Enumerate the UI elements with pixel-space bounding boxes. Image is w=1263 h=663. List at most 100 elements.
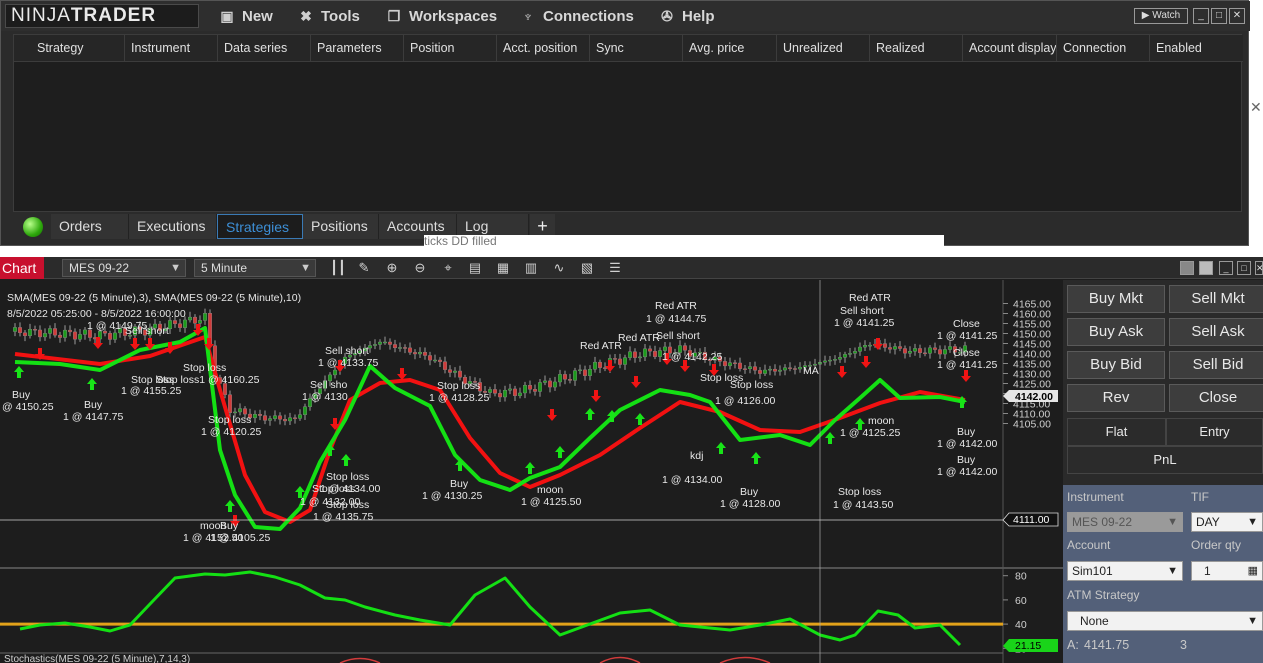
buy-bid-button[interactable]: Buy Bid	[1067, 351, 1165, 379]
menu-new[interactable]: ▣ New	[218, 5, 272, 27]
entry-button[interactable]: Entry	[1166, 418, 1263, 446]
candle-body	[43, 333, 48, 338]
crosshair-icon[interactable]: ⌖	[439, 260, 457, 276]
col-connection[interactable]: Connection	[1057, 35, 1150, 62]
atm-strategy-value: None	[1080, 614, 1109, 628]
candle-body	[833, 359, 838, 361]
candle-body	[518, 392, 523, 396]
candle-body	[623, 357, 628, 365]
minimize-button[interactable]: _	[1193, 8, 1209, 24]
trade-annotation: 1 @ 4142.00	[937, 438, 997, 450]
tab-strategies[interactable]: Strategies	[217, 214, 303, 239]
ninjatrader-logo[interactable]: NINJATRADER	[5, 4, 199, 28]
chart-maximize-button[interactable]: □	[1237, 261, 1251, 275]
close-position-button[interactable]: Close	[1169, 384, 1263, 412]
osc-tick-label: 60	[1015, 595, 1027, 607]
menu-connections[interactable]: ♆ Connections	[519, 5, 634, 27]
account-select[interactable]: Sim101 ▼	[1067, 561, 1183, 581]
col-acct-position[interactable]: Acct. position	[497, 35, 590, 62]
buy-market-button[interactable]: Buy Mkt	[1067, 285, 1165, 313]
candle-body	[303, 406, 308, 415]
col-data-series[interactable]: Data series	[218, 35, 311, 62]
instrument-selector[interactable]: MES 09-22 ▼	[62, 259, 186, 277]
trade-annotation: Sell short	[325, 345, 369, 357]
price-chart[interactable]: 4165.004160.004155.004150.004145.004140.…	[0, 280, 1063, 663]
tif-select[interactable]: DAY ▼	[1191, 512, 1263, 532]
window-mode-button[interactable]	[1180, 261, 1194, 275]
menu-tools-label: Tools	[321, 8, 360, 25]
menu-workspaces[interactable]: ❐ Workspaces	[385, 5, 497, 27]
watch-button[interactable]: ▶ Watch	[1134, 8, 1188, 24]
candle-body	[263, 415, 268, 421]
candle-body	[23, 332, 28, 336]
candle-body	[683, 345, 688, 351]
close-button[interactable]: ✕	[1229, 8, 1245, 24]
candle-body	[863, 345, 868, 348]
candle-body	[428, 355, 433, 361]
pencil-icon[interactable]: ✎	[355, 260, 373, 276]
chart-window: Chart MES 09-22 ▼ 5 Minute ▼ ┃┃ ✎ ⊕ ⊖ ⌖ ▤ …	[0, 257, 1263, 663]
oscillator-value: 21.15	[1015, 640, 1041, 652]
background-text: ticks DD filled	[424, 235, 944, 247]
trade-annotation: 1 @ 4143.50	[833, 499, 893, 511]
candle-body	[232, 411, 237, 414]
order-qty-stepper[interactable]: 1 ▦	[1191, 561, 1263, 581]
reverse-button[interactable]: Rev	[1067, 384, 1165, 412]
indicators-icon[interactable]: ▥	[522, 260, 540, 276]
sell-bid-button[interactable]: Sell Bid	[1169, 351, 1263, 379]
menu-tools[interactable]: ✖ Tools	[297, 5, 360, 27]
zoom-in-icon[interactable]: ⊕	[383, 260, 401, 276]
col-avg-price[interactable]: Avg. price	[683, 35, 777, 62]
col-instrument[interactable]: Instrument	[125, 35, 218, 62]
zoom-out-icon[interactable]: ⊖	[411, 260, 429, 276]
atm-strategy-select[interactable]: None ▼	[1067, 611, 1263, 631]
bar-type-icon[interactable]: ┃┃	[329, 260, 347, 276]
candle-body	[748, 366, 753, 370]
menu-list-icon[interactable]: ☰	[606, 260, 624, 276]
background-close-icon[interactable]: ✕	[1250, 99, 1262, 116]
properties-icon[interactable]: ▦	[494, 260, 512, 276]
col-enabled[interactable]: Enabled	[1150, 35, 1243, 62]
col-parameters[interactable]: Parameters	[311, 35, 404, 62]
candle-body	[843, 354, 848, 358]
tab-executions[interactable]: Executions	[129, 214, 217, 239]
chart-toolbar: Chart MES 09-22 ▼ 5 Minute ▼ ┃┃ ✎ ⊕ ⊖ ⌖ ▤ …	[0, 257, 1263, 279]
strategies-icon[interactable]: ∿	[550, 260, 568, 276]
candle-body	[72, 331, 77, 340]
candle-body	[578, 369, 583, 372]
trade-annotation: 1 @ 4125.25	[840, 427, 900, 439]
trade-annotation: Stop loss	[838, 486, 881, 498]
candle-body	[773, 368, 778, 372]
interval-selector[interactable]: 5 Minute ▼	[194, 259, 316, 277]
menu-help[interactable]: ✇ Help	[658, 5, 714, 27]
sell-ask-button[interactable]: Sell Ask	[1169, 318, 1263, 346]
instrument-field-value: MES 09-22	[1072, 515, 1133, 529]
keypad-icon[interactable]: ▦	[1248, 562, 1258, 580]
candle-body	[58, 334, 63, 338]
flat-button[interactable]: Flat	[1067, 418, 1166, 446]
buy-ask-button[interactable]: Buy Ask	[1067, 318, 1165, 346]
tab-positions[interactable]: Positions	[303, 214, 379, 239]
col-position[interactable]: Position	[404, 35, 497, 62]
candle-body	[533, 389, 538, 392]
tif-select-value: DAY	[1196, 515, 1220, 529]
candle-body	[413, 352, 418, 355]
col-realized[interactable]: Realized	[870, 35, 963, 62]
col-sync[interactable]: Sync	[590, 35, 683, 62]
templates-icon[interactable]: ▧	[578, 260, 596, 276]
sell-market-button[interactable]: Sell Mkt	[1169, 285, 1263, 313]
trade-annotation: 1 @ 4126.00	[715, 395, 775, 407]
window-mode-button-2[interactable]	[1199, 261, 1213, 275]
instrument-selector-value: MES 09-22	[69, 261, 130, 275]
col-account-display[interactable]: Account display	[963, 35, 1057, 62]
tab-orders[interactable]: Orders	[51, 214, 129, 239]
candle-body	[67, 329, 72, 333]
data-box-icon[interactable]: ▤	[466, 260, 484, 276]
chart-minimize-button[interactable]: _	[1219, 261, 1233, 275]
candle-body	[237, 408, 242, 413]
col-unrealized[interactable]: Unrealized	[777, 35, 870, 62]
candle-body	[293, 417, 298, 419]
chart-close-button[interactable]: ✕	[1255, 261, 1263, 275]
maximize-button[interactable]: □	[1211, 8, 1227, 24]
col-strategy[interactable]: Strategy	[31, 35, 125, 62]
